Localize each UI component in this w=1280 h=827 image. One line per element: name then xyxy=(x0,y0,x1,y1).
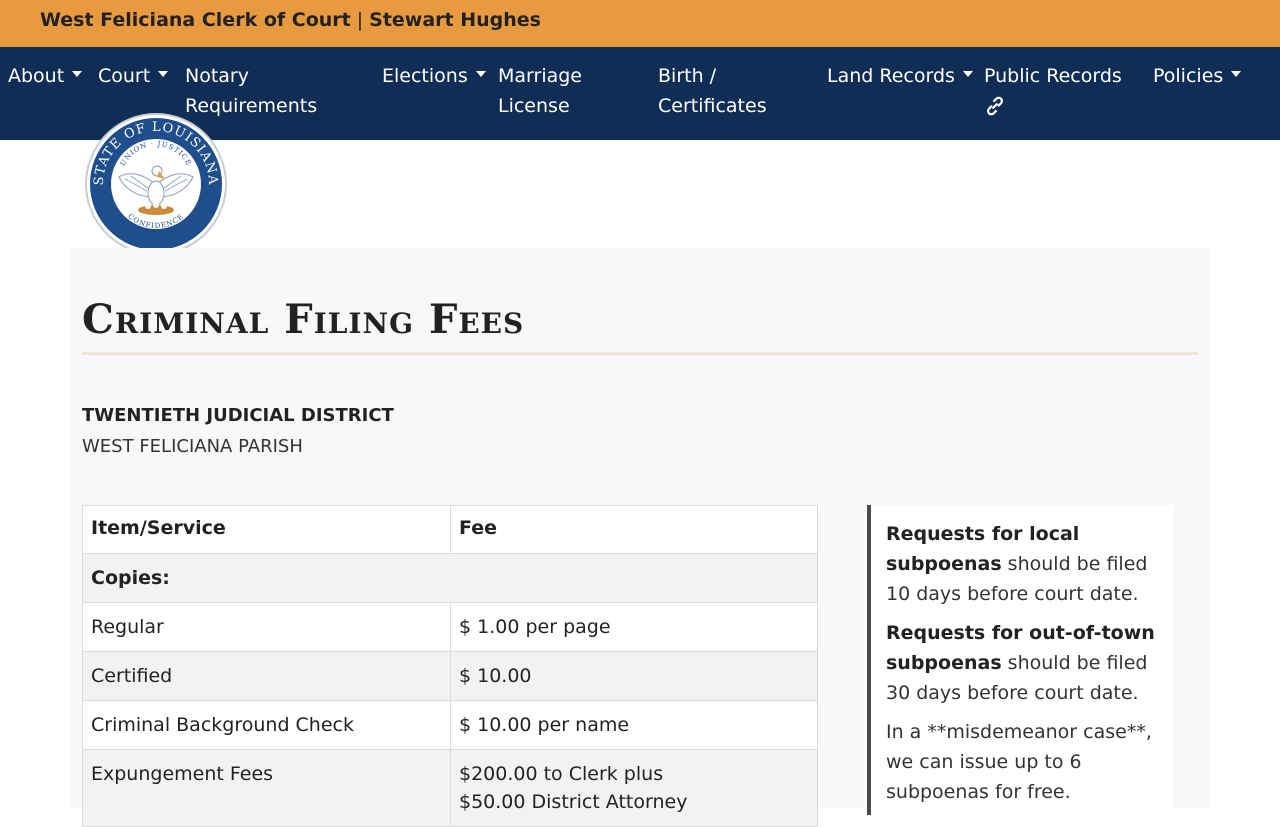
nav-about-label: About xyxy=(8,65,65,87)
notice-misdemeanor: In a **misdemeanor case**, we can issue … xyxy=(886,721,1152,803)
fees-table: Item/Service Fee Copies: Regular $ 1.00 … xyxy=(82,505,818,827)
nav-court[interactable]: Court xyxy=(98,61,169,91)
clerk-title: West Feliciana Clerk of Court xyxy=(40,9,351,31)
section-copies: Copies: xyxy=(82,553,818,603)
nav-elections-label: Elections xyxy=(382,65,468,87)
nav-birth-line2: Certificates xyxy=(658,95,767,117)
clerk-name: Stewart Hughes xyxy=(369,9,541,31)
table-row: Expungement Fees $200.00 to Clerk plus $… xyxy=(82,749,818,827)
page-title: Criminal Filing Fees xyxy=(82,296,525,343)
nav-notary-line1: Notary xyxy=(185,65,249,87)
nav-notary[interactable]: Notary Requirements xyxy=(185,61,317,121)
chevron-down-icon xyxy=(158,70,169,77)
nav-birth-certificates[interactable]: Birth / Certificates xyxy=(658,61,767,121)
fee-cell: $200.00 to Clerk plus $50.00 District At… xyxy=(450,749,818,827)
chevron-down-icon xyxy=(962,70,973,77)
fee-cell: $ 10.00 xyxy=(450,651,818,701)
link-icon xyxy=(987,96,1003,116)
notice-out-of-town: Requests for out-of-town subpoenas shoul… xyxy=(886,618,1159,708)
notice-local: Requests for local subpoenas should be f… xyxy=(886,519,1159,609)
district-heading: TWENTIETH JUDICIAL DISTRICT xyxy=(82,405,394,426)
item-cell: Certified xyxy=(82,651,451,701)
chevron-down-icon xyxy=(1231,70,1242,77)
main-content: Criminal Filing Fees TWENTIETH JUDICIAL … xyxy=(70,248,1210,827)
nav-elections[interactable]: Elections xyxy=(382,61,486,91)
table-header-row: Item/Service Fee xyxy=(82,505,818,554)
table-row: Certified $ 10.00 xyxy=(82,651,818,701)
fee-line: $200.00 to Clerk plus xyxy=(459,763,664,785)
nav-policies-label: Policies xyxy=(1153,65,1224,87)
nav-court-label: Court xyxy=(98,65,151,87)
site-title[interactable]: West Feliciana Clerk of Court | Stewart Hu… xyxy=(40,9,541,31)
chevron-down-icon xyxy=(475,70,486,77)
nav-land-records[interactable]: Land Records xyxy=(827,61,973,91)
table-row: Regular $ 1.00 per page xyxy=(82,602,818,652)
subpoena-notice: Requests for local subpoenas should be f… xyxy=(867,505,1173,815)
table-section-row: Copies: xyxy=(82,553,818,603)
nav-marriage-license[interactable]: Marriage License xyxy=(498,61,582,121)
item-cell: Criminal Background Check xyxy=(82,700,451,750)
nav-public-records[interactable]: Public Records xyxy=(984,61,1122,122)
fee-line: $50.00 District Attorney xyxy=(459,791,688,813)
nav-policies[interactable]: Policies xyxy=(1153,61,1242,91)
title-separator: | xyxy=(356,9,364,31)
nav-about[interactable]: About xyxy=(8,61,83,91)
nav-birth-line1: Birth / xyxy=(658,65,717,87)
item-cell: Regular xyxy=(82,602,451,652)
chevron-down-icon xyxy=(72,70,83,77)
nav-public-records-label: Public Records xyxy=(984,65,1122,87)
title-divider xyxy=(82,352,1198,355)
top-banner: West Feliciana Clerk of Court | Stewart Hu… xyxy=(0,0,1280,47)
louisiana-seal-logo[interactable]: STATE OF LOUISIANA UNION · JUSTICE CONFI… xyxy=(85,113,227,255)
nav-land-records-label: Land Records xyxy=(827,65,955,87)
column-header-item: Item/Service xyxy=(82,505,451,554)
nav-marriage-line2: License xyxy=(498,95,570,117)
fee-cell: $ 10.00 per name xyxy=(450,700,818,750)
item-cell: Expungement Fees xyxy=(82,749,451,827)
parish-subheading: WEST FELICIANA PARISH xyxy=(82,436,303,457)
fee-cell: $ 1.00 per page xyxy=(450,602,818,652)
column-header-fee: Fee xyxy=(450,505,818,554)
nav-marriage-line1: Marriage xyxy=(498,65,582,87)
table-row: Criminal Background Check $ 10.00 per na… xyxy=(82,700,818,750)
